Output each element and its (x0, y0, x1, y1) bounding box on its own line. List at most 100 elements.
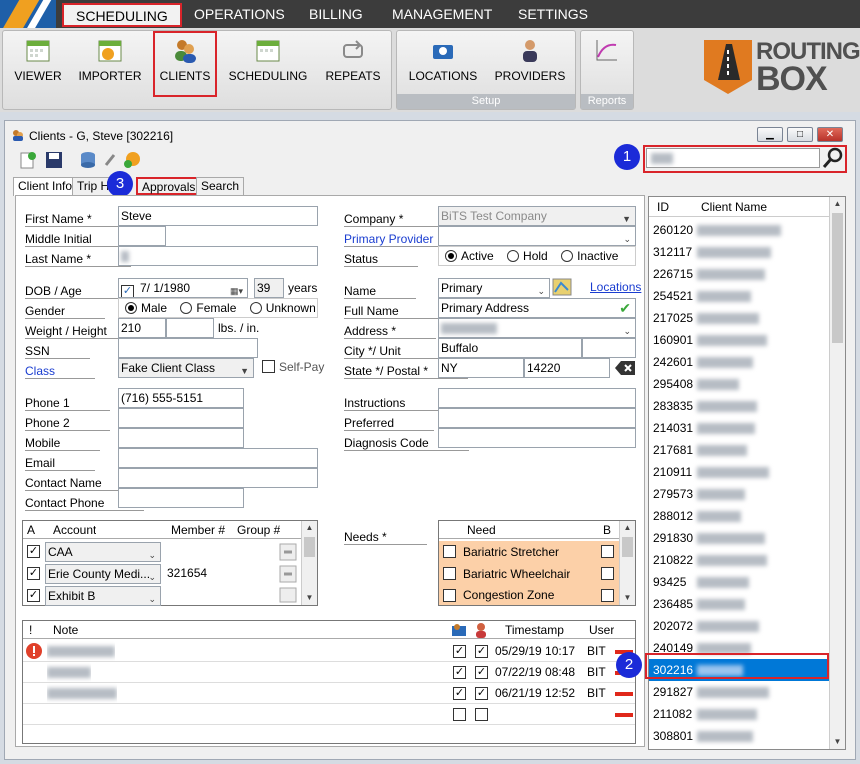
checkbox-icon[interactable]: ✓ (475, 687, 488, 700)
checkbox-icon[interactable] (443, 589, 456, 602)
unit-field[interactable] (582, 338, 636, 358)
need-row[interactable]: Bariatric Stretcher (439, 541, 619, 563)
account-select[interactable]: Erie County Medi... ⌄ (45, 564, 161, 584)
checkbox-icon[interactable] (443, 567, 456, 580)
contact-name-field[interactable] (118, 468, 318, 488)
menu-scheduling[interactable]: SCHEDULING (62, 3, 182, 27)
status-inactive[interactable]: Inactive (561, 249, 618, 263)
company-select[interactable]: BiTS Test Company ▼ (438, 206, 636, 226)
note-row[interactable]: ✓ ✓ 06/21/19 12:52 BIT (23, 683, 635, 704)
client-row[interactable]: 308801 (649, 725, 831, 747)
importer-button[interactable]: IMPORTER (73, 33, 147, 95)
last-name-field[interactable] (118, 246, 318, 266)
client-list-scrollbar[interactable]: ▲ ▼ (829, 197, 845, 749)
city-field[interactable]: Buffalo (438, 338, 582, 358)
dob-checkbox[interactable]: ✓ (121, 285, 134, 297)
checkbox-icon[interactable] (443, 545, 456, 558)
note-row[interactable]: ✓ ✓ 07/22/19 08:48 BIT (23, 662, 635, 683)
database-icon[interactable] (79, 151, 97, 169)
checkbox-icon[interactable] (601, 567, 614, 580)
checkbox-icon[interactable]: ✓ (453, 645, 466, 658)
postal-field[interactable]: 14220 (524, 358, 610, 378)
preferred-field[interactable] (438, 408, 636, 428)
client-row[interactable]: 217025 (649, 307, 831, 329)
full-name-field[interactable]: Primary Address ✔ (438, 298, 636, 318)
locations-button[interactable]: LOCATIONS (403, 33, 483, 95)
ssn-field[interactable] (118, 338, 258, 358)
client-row[interactable]: 211082 (649, 703, 831, 725)
account-row[interactable]: ✓ CAA ⌄ (23, 541, 303, 563)
client-row[interactable]: 217681 (649, 439, 831, 461)
menu-operations[interactable]: OPERATIONS (182, 3, 297, 27)
status-hold[interactable]: Hold (507, 249, 548, 263)
client-row[interactable]: 254521 (649, 285, 831, 307)
instructions-field[interactable] (438, 388, 636, 408)
location-name-select[interactable]: Primary ⌄ (438, 278, 550, 298)
add-location-icon[interactable] (123, 151, 141, 169)
account-edit-icon[interactable] (279, 543, 297, 561)
tab-search[interactable]: Search (196, 177, 245, 195)
checkbox-icon[interactable]: ✓ (453, 666, 466, 679)
mobile-field[interactable] (118, 428, 244, 448)
need-row[interactable]: Bariatric Wheelchair (439, 563, 619, 585)
client-row[interactable]: 160901 (649, 329, 831, 351)
client-row[interactable]: 291830 (649, 527, 831, 549)
scroll-down-icon[interactable]: ▼ (302, 591, 317, 605)
save-icon[interactable] (45, 151, 63, 169)
client-row[interactable]: 210822 (649, 549, 831, 571)
client-row[interactable]: 242601 (649, 351, 831, 373)
height-field[interactable] (166, 318, 214, 338)
needs-scrollbar[interactable]: ▲ ▼ (619, 521, 635, 605)
new-record-icon[interactable] (19, 151, 37, 169)
class-select[interactable]: Fake Client Class ▼ (118, 358, 254, 378)
close-button[interactable]: ✕ (817, 127, 843, 142)
client-row[interactable]: 226715 (649, 263, 831, 285)
scheduling-button[interactable]: SCHEDULING (225, 33, 311, 95)
checkbox-icon[interactable]: ✓ (27, 545, 40, 558)
account-edit-icon[interactable] (279, 587, 297, 603)
checkbox-icon[interactable]: ✓ (27, 567, 40, 580)
checkbox-icon[interactable]: ✓ (475, 666, 488, 679)
phone1-field[interactable]: (716) 555-5151 (118, 388, 244, 408)
need-row[interactable]: Congestion Zone (439, 585, 619, 605)
reports-button[interactable] (589, 33, 625, 95)
contact-phone-field[interactable] (118, 488, 244, 508)
scroll-down-icon[interactable]: ▼ (830, 735, 845, 749)
client-row[interactable]: 291827 (649, 681, 831, 703)
weight-field[interactable]: 210 (118, 318, 166, 338)
gender-female[interactable]: Female (180, 301, 236, 315)
diagnosis-code-field[interactable] (438, 428, 636, 448)
checkbox-icon[interactable] (453, 708, 466, 721)
account-edit-icon[interactable] (279, 565, 297, 583)
providers-button[interactable]: PROVIDERS (489, 33, 571, 95)
repeats-button[interactable]: REPEATS (317, 33, 389, 95)
delete-note-icon[interactable] (615, 713, 633, 717)
middle-initial-field[interactable] (118, 226, 166, 246)
restore-button[interactable]: □ (787, 127, 813, 142)
primary-provider-select[interactable]: ⌄ (438, 226, 636, 246)
checkbox-icon[interactable]: ✓ (27, 589, 40, 602)
dob-field[interactable]: ✓ 7/ 1/1980 ▦▾ (118, 278, 248, 298)
viewer-button[interactable]: VIEWER (7, 33, 69, 95)
first-name-field[interactable]: Steve (118, 206, 318, 226)
scroll-thumb[interactable] (622, 537, 633, 557)
account-row[interactable]: ✓ Exhibit B ⌄ (23, 585, 303, 606)
account-row[interactable]: ✓ Erie County Medi... ⌄ 321654 (23, 563, 303, 585)
phone2-field[interactable] (118, 408, 244, 428)
account-select[interactable]: CAA ⌄ (45, 542, 161, 562)
client-row[interactable]: 312117 (649, 241, 831, 263)
client-row[interactable]: 288012 (649, 505, 831, 527)
checkbox-icon[interactable]: ✓ (453, 687, 466, 700)
scroll-thumb[interactable] (304, 537, 315, 557)
accounts-scrollbar[interactable]: ▲ ▼ (301, 521, 317, 605)
gender-male[interactable]: Male (125, 301, 167, 315)
address-field[interactable]: ⌄ (438, 318, 636, 338)
scroll-up-icon[interactable]: ▲ (620, 521, 635, 535)
menu-settings[interactable]: SETTINGS (506, 3, 600, 27)
delete-note-icon[interactable] (615, 692, 633, 696)
note-row-new[interactable] (23, 704, 635, 725)
scroll-thumb[interactable] (832, 213, 843, 343)
client-row[interactable]: 295408 (649, 373, 831, 395)
map-icon[interactable] (552, 278, 572, 296)
checkbox-icon[interactable] (475, 708, 488, 721)
